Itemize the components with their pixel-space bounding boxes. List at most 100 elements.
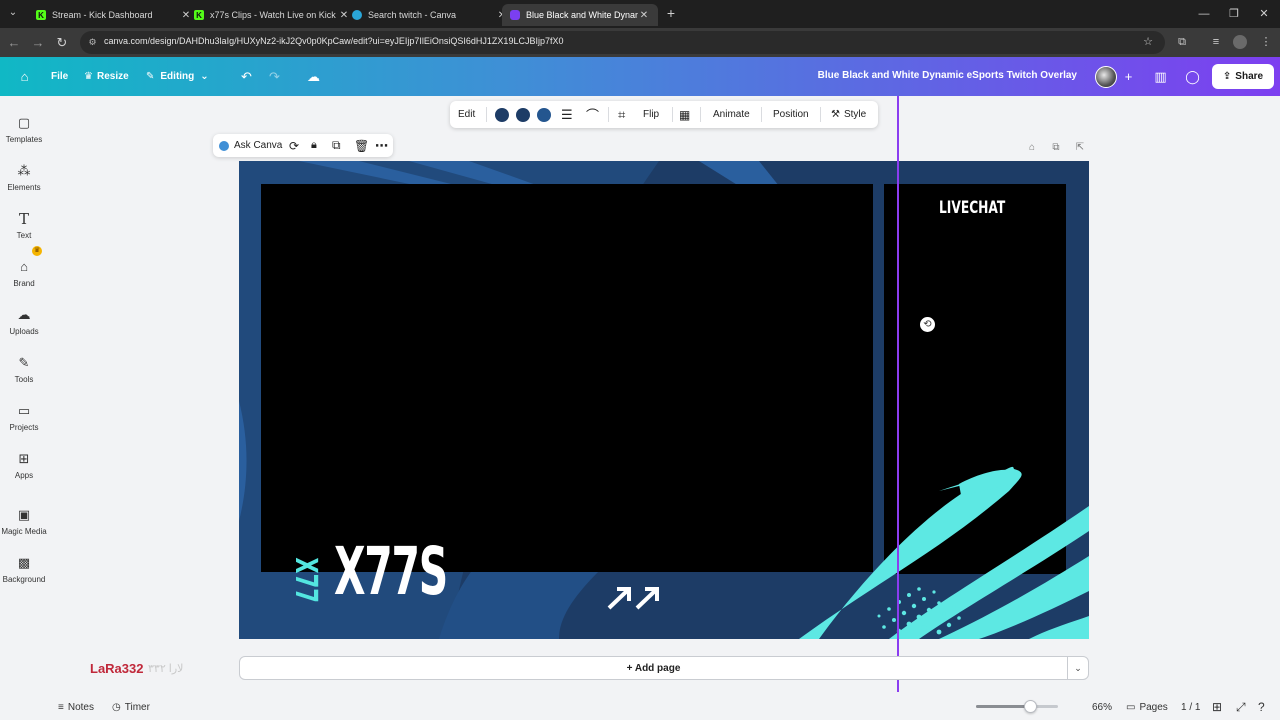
help-icon[interactable]: ? [1258,694,1265,720]
lock-page-icon[interactable]: ⌂ [1026,142,1038,154]
zoom-slider-handle[interactable] [1024,700,1038,713]
zoom-level[interactable]: 66% [1092,694,1112,720]
cloud-save-icon[interactable]: ☁ [305,68,322,85]
timer-label: Timer [124,701,150,713]
flip-button[interactable]: Flip [643,101,659,128]
editor-footer: ≡ Notes ◷ Timer 66% ▭ Pages 1 / 1 ⊞ ⤢ ? [0,694,1280,720]
style-button[interactable]: ⚒ Style [831,101,866,128]
sidebar-item-magic-media[interactable]: ▣ Magic Media [0,502,48,546]
gameplay-frame [261,184,873,572]
color-swatch[interactable] [516,108,530,122]
extensions-icon[interactable]: ⧉ [1175,35,1189,49]
sidebar-item-label: Uploads [9,327,39,336]
browser-tab[interactable]: Search twitch - Canva ✕ [344,4,516,26]
restore-icon[interactable]: ❐ [1226,6,1242,22]
delete-icon[interactable]: 🗑︎ [354,134,369,157]
lock-icon[interactable]: 🔒︎ [311,134,317,157]
sidebar-item-apps[interactable]: ⊞ Apps [0,446,48,490]
design-title[interactable]: Blue Black and White Dynamic eSports Twi… [818,70,1077,81]
watermark-logo: LaRa332 [90,661,144,676]
sidebar-item-templates[interactable]: ▢ Templates [0,110,48,154]
duplicate-icon[interactable]: ⧉ [332,134,341,157]
edit-label: Edit [458,109,476,120]
crop-icon[interactable]: ⌗ [618,101,625,128]
close-icon[interactable]: ✕ [638,10,650,21]
sidebar-item-brand[interactable]: ⌂ Brand [0,254,48,298]
fullscreen-icon[interactable]: ⤢ [1236,694,1246,720]
notes-button[interactable]: ≡ Notes [58,694,94,720]
notes-label: Notes [67,701,94,713]
position-button[interactable]: Position [773,101,809,128]
timer-button[interactable]: ◷ Timer [112,694,150,720]
sidebar-item-label: Elements [7,183,41,192]
border-style-icon[interactable]: ☰ [561,101,573,128]
text-icon: T [18,210,29,228]
color-swatch[interactable] [537,108,551,122]
design-canvas[interactable]: LIVECHAT X77 X77S [239,161,1089,639]
pencil-icon: ✎ [146,71,155,82]
sidebar-item-projects[interactable]: ▭ Projects [0,398,48,442]
sidebar-item-label: Magic Media [1,527,47,536]
add-page-icon[interactable]: ⇱ [1074,142,1086,154]
page-count: 1 / 1 [1181,694,1200,720]
browser-menu-icon[interactable]: ⋮ [1259,35,1273,49]
browser-tab[interactable]: K x77s Clips - Watch Live on Kick ✕ [186,4,358,26]
profile-avatar[interactable] [1233,35,1247,49]
pages-button[interactable]: ▭ Pages [1126,694,1168,720]
selection-toolbar: Ask Canva ⟳ 🔒︎ ⧉ 🗑︎ ⋯ [213,134,393,157]
brand-vertical-text[interactable]: X77 [288,557,323,602]
back-icon[interactable]: ← [6,35,22,51]
site-info-icon[interactable]: ⚙ [87,37,98,48]
duplicate-page-icon[interactable]: ⧉ [1050,142,1062,154]
browser-tab[interactable]: K Stream - Kick Dashboard ✕ [28,4,200,26]
window-close-icon[interactable]: ✕ [1256,6,1272,22]
transparency-icon[interactable]: ▦ [679,101,690,128]
sidebar-item-tools[interactable]: ✎ Tools [0,350,48,394]
share-button[interactable]: ⇪ Share [1212,64,1274,89]
corner-rounding-icon[interactable]: ⌒ [586,101,599,128]
edit-button[interactable]: Edit [458,101,475,128]
browser-tab-active[interactable]: Blue Black and White Dynamic ✕ [502,4,658,26]
forward-icon[interactable]: → [30,35,46,51]
more-options-icon[interactable]: ⋯ [375,134,388,157]
sidebar-item-elements[interactable]: ⁂ Elements [0,158,48,202]
zoom-slider[interactable] [976,700,1058,713]
url-field[interactable]: ⚙ canva.com/design/DAHDhu3laIg/HUXyNz2-i… [80,31,1165,54]
file-menu[interactable]: File [51,57,68,96]
sidebar-item-label: Text [16,231,32,240]
redo-icon[interactable]: ↷ [266,68,283,85]
reload-icon[interactable]: ↻ [54,35,70,51]
media-icon[interactable]: ≡ [1209,35,1223,49]
left-sidebar: ▢ Templates ⁂ Elements T Text ⌂ Brand ☁ Uploa… [0,96,48,696]
home-icon[interactable]: ⌂ [16,68,33,85]
ask-canva-button[interactable]: Ask Canva [219,134,282,157]
editing-mode-dropdown[interactable]: ✎ Editing ⌄ [146,57,209,96]
regenerate-icon[interactable]: ⟳ [289,134,299,157]
minimize-icon[interactable]: — [1196,6,1212,22]
insights-chart-icon[interactable]: ▥ [1152,68,1169,85]
livechat-label[interactable]: LIVECHAT [939,198,1005,218]
add-collaborator-icon[interactable]: + [1120,68,1137,85]
comment-icon[interactable]: ◯ [1184,68,1201,85]
avatar[interactable] [1095,66,1117,88]
file-label: File [51,71,69,82]
add-page-button[interactable]: + Add page [239,656,1068,680]
color-swatch[interactable] [495,108,509,122]
bookmark-star-icon[interactable]: ☆ [1141,35,1155,49]
rotate-icon[interactable]: ⟲ [920,317,935,332]
new-tab-icon[interactable]: + [664,6,678,20]
flip-label: Flip [643,109,660,120]
sidebar-item-background[interactable]: ▩ Background [0,550,48,594]
divider [486,107,487,122]
tab-search-icon[interactable]: ⌄ [6,6,20,20]
animate-button[interactable]: Animate [713,101,750,128]
resize-button[interactable]: ♛ Resize [84,57,129,96]
kick-icon: K [36,10,46,20]
sidebar-item-text[interactable]: T Text [0,206,48,250]
sidebar-item-uploads[interactable]: ☁ Uploads [0,302,48,346]
divider [672,107,673,122]
chevron-down-icon[interactable]: ⌄ [1067,656,1089,680]
grid-view-icon[interactable]: ⊞ [1212,694,1222,720]
brand-name-text[interactable]: X77S [334,537,448,607]
undo-icon[interactable]: ↶ [238,68,255,85]
